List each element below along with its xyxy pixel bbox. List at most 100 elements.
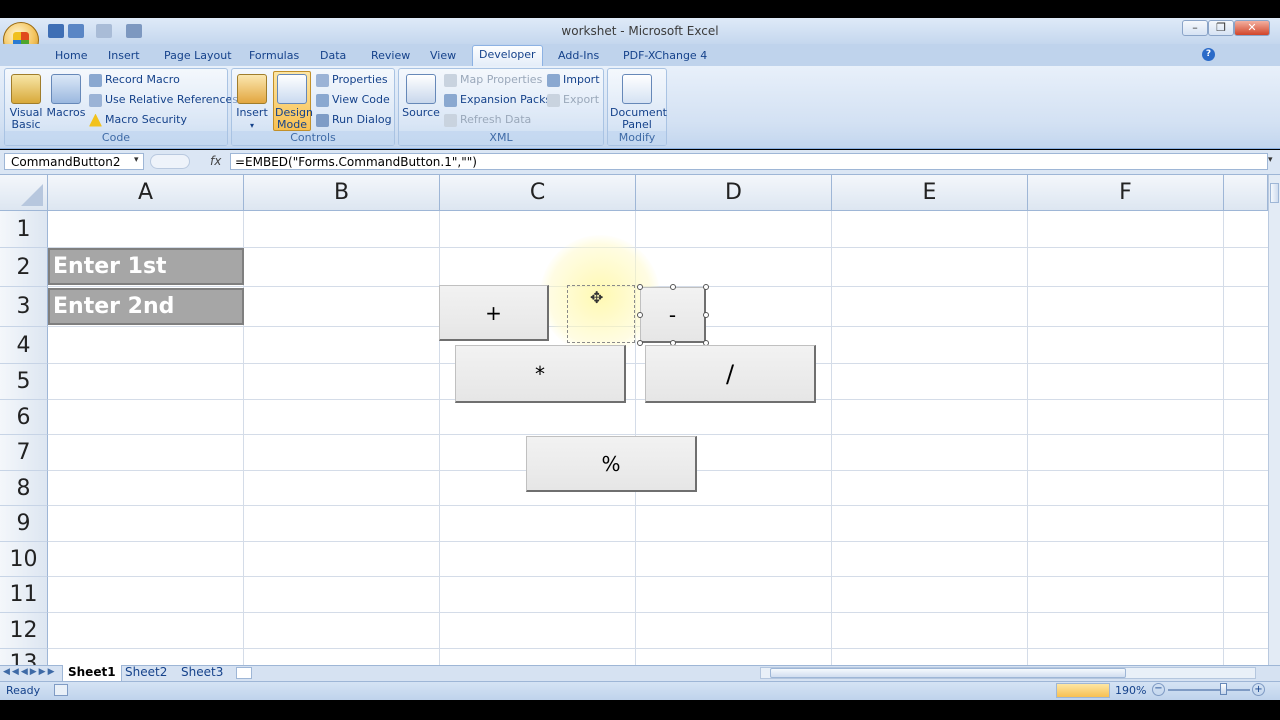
design-mode-button[interactable]: Design Mode [273, 71, 313, 131]
expansion-packs-button[interactable]: Expansion Packs [444, 91, 551, 109]
insert-control-button[interactable]: Insert ▾ [234, 74, 270, 132]
zoom-out-icon[interactable]: − [1152, 683, 1165, 696]
toolbox-icon [237, 74, 267, 104]
resize-handle[interactable] [703, 284, 709, 290]
macro-record-icon[interactable] [54, 684, 68, 696]
percent-button[interactable]: % [526, 436, 697, 492]
row-header-13[interactable]: 13 [0, 649, 48, 665]
row-header-11[interactable]: 11 [0, 577, 48, 613]
tab-data[interactable]: Data [314, 47, 352, 66]
resize-handle[interactable] [670, 284, 676, 290]
worksheet-grid[interactable]: A B C D E F 1 2 3 4 5 6 7 8 9 10 11 12 1… [0, 175, 1268, 665]
close-button[interactable]: ✕ [1234, 20, 1270, 36]
column-header-b[interactable]: B [244, 175, 440, 211]
column-header-c[interactable]: C [440, 175, 636, 211]
row-header-7[interactable]: 7 [0, 435, 48, 471]
tab-insert[interactable]: Insert [102, 47, 146, 66]
gridline [48, 576, 1268, 577]
sheet-tab-sheet1[interactable]: Sheet1 [62, 665, 122, 682]
insert-sheet-icon[interactable] [236, 667, 252, 679]
help-icon[interactable]: ? [1202, 48, 1215, 61]
move-cursor-icon: ✥ [590, 288, 604, 307]
properties-button[interactable]: Properties [316, 71, 388, 89]
record-macro-button[interactable]: Record Macro [89, 71, 180, 89]
print-preview-icon[interactable] [126, 24, 142, 38]
run-dialog-button[interactable]: Run Dialog [316, 111, 392, 129]
column-header-g[interactable] [1224, 175, 1268, 211]
resize-handle[interactable] [637, 284, 643, 290]
tab-formulas[interactable]: Formulas [243, 47, 305, 66]
row-header-5[interactable]: 5 [0, 364, 48, 400]
source-button[interactable]: Source [401, 74, 441, 119]
minimize-button[interactable]: – [1182, 20, 1208, 36]
formula-input[interactable]: =EMBED("Forms.CommandButton.1","") [230, 153, 1268, 170]
tab-pdf-xchange[interactable]: PDF-XChange 4 [617, 47, 713, 66]
save-icon[interactable] [48, 24, 64, 38]
visual-basic-button[interactable]: Visual Basic [6, 74, 46, 131]
sheet-tab-sheet3[interactable]: Sheet3 [176, 665, 228, 681]
map-properties-button[interactable]: Map Properties [444, 71, 542, 89]
document-panel-button[interactable]: Document Panel [609, 74, 667, 131]
tab-home[interactable]: Home [49, 47, 93, 66]
vertical-scroll-thumb[interactable] [1270, 183, 1279, 203]
vertical-scrollbar[interactable] [1268, 175, 1280, 665]
column-header-e[interactable]: E [832, 175, 1028, 211]
name-box[interactable]: CommandButton2 [4, 153, 144, 170]
tab-page-layout[interactable]: Page Layout [158, 47, 238, 66]
resize-handle[interactable] [637, 312, 643, 318]
gridline [48, 505, 1268, 506]
row-header-6[interactable]: 6 [0, 400, 48, 435]
horizontal-scroll-thumb[interactable] [770, 668, 1126, 678]
resize-handle[interactable] [703, 312, 709, 318]
column-header-d[interactable]: D [636, 175, 832, 211]
cell-a3[interactable]: Enter 2nd Value [48, 288, 244, 352]
undo-icon[interactable] [68, 24, 84, 38]
row-header-9[interactable]: 9 [0, 506, 48, 542]
row-header-10[interactable]: 10 [0, 542, 48, 577]
sheet-nav-icons[interactable]: ◀◀◀▶▶▶ [3, 667, 57, 677]
tab-developer[interactable]: Developer [472, 45, 543, 67]
export-button[interactable]: Export [547, 91, 599, 109]
formula-expand-icon[interactable]: ▾ [1268, 155, 1273, 165]
name-box-dropdown-icon[interactable]: ▾ [134, 155, 139, 165]
view-buttons[interactable] [1056, 683, 1110, 698]
tab-view[interactable]: View [424, 47, 462, 66]
restore-button[interactable]: ❐ [1208, 20, 1234, 36]
properties-icon [316, 73, 329, 87]
row-header-2[interactable]: 2 [0, 248, 48, 287]
column-header-f[interactable]: F [1028, 175, 1224, 211]
letterbox-bottom [0, 700, 1280, 720]
select-all-corner[interactable] [0, 175, 48, 211]
row-header-1[interactable]: 1 [0, 211, 48, 248]
zoom-slider[interactable] [1168, 689, 1250, 691]
zoom-in-icon[interactable]: + [1252, 683, 1265, 696]
export-label: Export [563, 93, 600, 106]
row-header-12[interactable]: 12 [0, 613, 48, 649]
formula-bar-expand-handle[interactable] [150, 154, 190, 169]
use-relative-references-label: Use Relative References [105, 93, 239, 106]
refresh-data-button[interactable]: Refresh Data [444, 111, 531, 129]
row-header-8[interactable]: 8 [0, 471, 48, 506]
column-header-a[interactable]: A [48, 175, 244, 211]
import-button[interactable]: Import [547, 71, 600, 89]
zoom-level[interactable]: 190% [1115, 684, 1146, 697]
zoom-slider-thumb[interactable] [1220, 683, 1227, 695]
view-code-button[interactable]: View Code [316, 91, 390, 109]
tab-review[interactable]: Review [365, 47, 416, 66]
divide-button[interactable]: / [645, 345, 816, 403]
redo-icon[interactable] [96, 24, 112, 38]
insert-function-icon[interactable]: fx [210, 154, 221, 168]
cell-a2[interactable]: Enter 1st Value [48, 248, 244, 312]
macros-label: Macros [46, 106, 86, 119]
row-header-4[interactable]: 4 [0, 327, 48, 364]
resize-handle[interactable] [637, 340, 643, 346]
tab-add-ins[interactable]: Add-Ins [552, 47, 605, 66]
use-relative-references-button[interactable]: Use Relative References [89, 91, 238, 109]
minus-button[interactable]: - [640, 287, 706, 343]
multiply-button[interactable]: * [455, 345, 626, 403]
plus-button[interactable]: + [439, 285, 549, 341]
macros-button[interactable]: Macros [46, 74, 86, 119]
row-header-3[interactable]: 3 [0, 287, 48, 327]
sheet-tab-sheet2[interactable]: Sheet2 [120, 665, 172, 681]
macro-security-button[interactable]: Macro Security [89, 111, 187, 129]
